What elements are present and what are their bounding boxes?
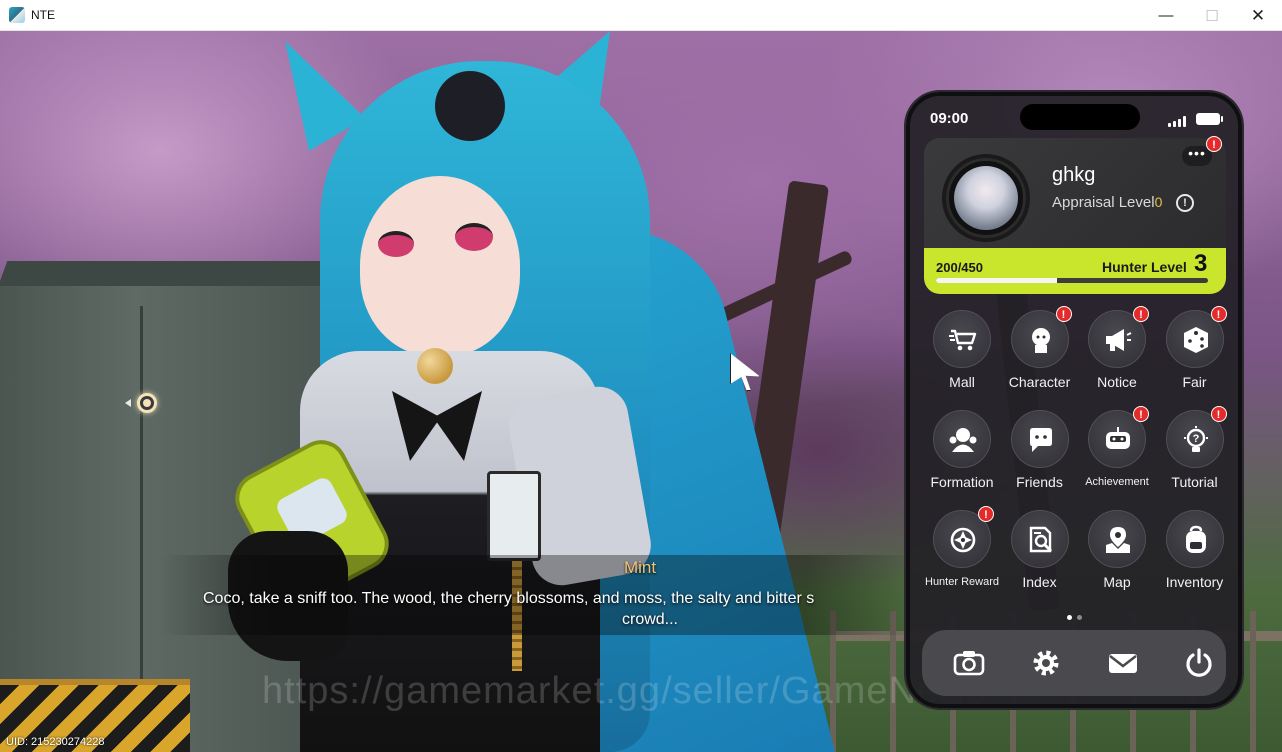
window-titlebar: NTE — ☐ ✕ — [0, 0, 1282, 31]
menu-item-index[interactable]: Index — [996, 510, 1076, 604]
exp-progress-fill — [936, 278, 1057, 283]
notification-badge: ! — [1133, 406, 1149, 422]
battery-icon — [1196, 113, 1223, 125]
character-eye-right — [455, 223, 493, 251]
menu-item-fair[interactable]: Fair! — [1151, 306, 1231, 404]
hunter-level-label: Hunter Level — [1102, 259, 1187, 275]
menu-item-inventory[interactable]: Inventory — [1151, 510, 1231, 604]
chat-bubble-icon — [1010, 410, 1069, 468]
page-dot[interactable] — [1067, 615, 1072, 620]
map-pin-icon — [1088, 510, 1146, 568]
notification-badge: ! — [1133, 306, 1149, 322]
menu-item-achievement[interactable]: Achievement! — [1073, 406, 1153, 504]
profile-notification-badge: ! — [1206, 136, 1222, 152]
interaction-marker-icon[interactable] — [137, 393, 157, 413]
marker-arrow-icon — [125, 399, 131, 407]
window-title: NTE — [31, 8, 55, 22]
settings-button[interactable] — [1029, 646, 1063, 680]
backpack-icon — [1165, 510, 1224, 568]
page-indicator — [1067, 615, 1089, 621]
menu-grid: Mall Character! Notice! Fair! Formation Frien… — [918, 306, 1238, 610]
avatar[interactable] — [954, 166, 1018, 230]
watermark: https://gamemarket.gg/seller/GameNews — [262, 670, 988, 712]
menu-item-notice[interactable]: Notice! — [1073, 306, 1153, 404]
appraisal-level-label: Appraisal Level — [1052, 194, 1155, 211]
svg-text:?: ? — [1192, 433, 1199, 445]
appraisal-level: Appraisal Level0 — [1052, 194, 1162, 211]
notification-badge: ! — [1210, 406, 1227, 422]
phone-menu: 09:00 ghkg Appraisal Level0 ! ••• 200/45… — [906, 92, 1242, 708]
profile-card[interactable]: ghkg Appraisal Level0 ! ••• 200/450 Hunt… — [924, 138, 1226, 294]
hunter-level-value: 3 — [1194, 250, 1208, 277]
exp-progress-bar — [936, 278, 1208, 283]
mail-button[interactable] — [1106, 646, 1140, 680]
power-icon — [1186, 648, 1212, 677]
notification-badge: ! — [978, 506, 994, 522]
settings-gear-icon — [1033, 650, 1059, 676]
magnify-document-icon — [1010, 510, 1069, 568]
menu-item-friends[interactable]: Friends — [996, 410, 1076, 504]
character-eye-left — [378, 231, 414, 257]
player-name: ghkg — [1052, 164, 1096, 186]
close-button[interactable]: ✕ — [1235, 0, 1281, 31]
menu-item-label: Inventory — [1165, 574, 1224, 590]
menu-item-map[interactable]: Map — [1073, 510, 1153, 604]
camera-button[interactable] — [952, 646, 986, 680]
menu-item-tutorial[interactable]: ? Tutorial! — [1151, 406, 1231, 504]
notification-badge: ! — [1210, 306, 1227, 322]
exp-progress-text: 200/450 — [936, 260, 983, 275]
menu-item-character[interactable]: Character! — [996, 306, 1076, 404]
formation-icon — [933, 410, 991, 468]
signal-icon — [1168, 116, 1188, 127]
menu-item-label: Tutorial — [1171, 474, 1218, 490]
character-bell — [417, 348, 453, 384]
menu-item-mall[interactable]: Mall — [918, 310, 998, 404]
appraisal-level-value: 0 — [1154, 194, 1163, 210]
mail-icon — [1109, 654, 1137, 673]
minimize-button[interactable]: — — [1143, 0, 1189, 31]
menu-item-hunter-reward[interactable]: Hunter Reward! — [918, 506, 999, 604]
menu-item-formation[interactable]: Formation — [918, 410, 998, 504]
app-icon — [9, 7, 25, 23]
phone-dock — [922, 630, 1226, 696]
dialogue-speaker: Mint — [623, 558, 657, 577]
menu-item-label: Fair — [1182, 374, 1207, 390]
phone-notch — [1020, 104, 1140, 130]
cart-icon — [933, 310, 991, 368]
page-dot[interactable] — [1077, 615, 1082, 620]
status-time: 09:00 — [930, 110, 969, 127]
maximize-button[interactable]: ☐ — [1189, 0, 1235, 31]
dialogue-text-continued: crowd... — [621, 611, 678, 628]
power-button[interactable] — [1182, 646, 1216, 680]
character-face — [360, 176, 520, 356]
dialogue-text: Coco, take a sniff too. The wood, the ch… — [203, 590, 815, 607]
character-id-card — [487, 471, 541, 561]
camera-icon — [953, 651, 985, 676]
player-uid: UID: 215230274228 — [6, 736, 105, 748]
info-icon[interactable]: ! — [1176, 194, 1194, 212]
character-hair-accessory — [435, 71, 505, 141]
notification-badge: ! — [1055, 306, 1072, 322]
